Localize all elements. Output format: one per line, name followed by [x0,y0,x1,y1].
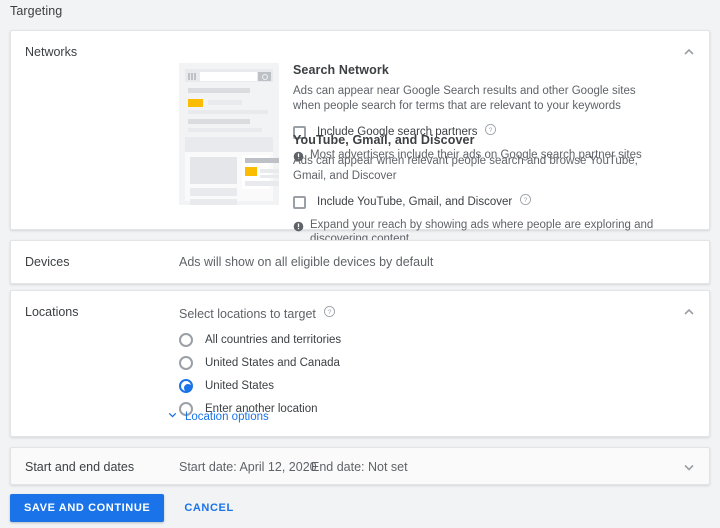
cancel-button[interactable]: CANCEL [172,494,245,522]
location-options-link[interactable]: Location options [166,408,269,426]
networks-card: Networks Search Network Ads can appear n… [10,30,710,230]
svg-text:?: ? [328,309,332,316]
devices-card[interactable]: Devices Ads will show on all eligible de… [10,240,710,284]
devices-summary: Ads will show on all eligible devices by… [179,255,433,269]
location-option-us-canada[interactable]: United States and Canada [179,351,341,374]
search-results-thumbnail [179,63,279,135]
start-date-value: Start date: April 12, 2020 [179,460,317,474]
search-network-description: Ads can appear near Google Search result… [293,84,653,114]
radio-united-states[interactable] [179,379,193,393]
locations-radio-group: All countries and territories United Sta… [179,328,341,420]
dates-card[interactable]: Start and end dates Start date: April 12… [10,447,710,485]
youtube-network-text: YouTube, Gmail, and Discover Ads can app… [293,133,675,246]
chevron-down-icon[interactable] [681,459,697,475]
location-option-label: United States [205,380,274,392]
location-option-label: United States and Canada [205,357,340,369]
networks-label: Networks [25,45,77,59]
include-youtube-checkbox[interactable] [293,196,306,209]
chevron-up-icon[interactable] [681,44,697,60]
targeting-page: Targeting Networks Search Network [0,0,720,528]
include-youtube-label: Include YouTube, Gmail, and Discover [317,196,512,208]
end-date-value: End date: Not set [311,460,408,474]
search-network-title: Search Network [293,63,675,77]
help-circle-icon[interactable]: ? [519,193,532,211]
locations-prompt-row: Select locations to target ? [179,305,336,323]
footer-actions: SAVE AND CONTINUE CANCEL [10,494,246,522]
help-circle-icon[interactable]: ? [323,305,336,323]
locations-prompt: Select locations to target [179,307,316,321]
svg-text:?: ? [524,197,528,204]
chevron-up-icon[interactable] [681,304,697,320]
locations-label: Locations [25,305,79,319]
radio-us-canada[interactable] [179,356,193,370]
location-option-all-countries[interactable]: All countries and territories [179,328,341,351]
radio-all-countries[interactable] [179,333,193,347]
include-youtube-row[interactable]: Include YouTube, Gmail, and Discover ? [293,193,675,211]
locations-card: Locations Select locations to target ? A… [10,290,710,437]
location-option-united-states[interactable]: United States [179,374,341,397]
video-page-thumbnail [179,133,279,205]
youtube-network-description: Ads can appear when relevant people sear… [293,154,668,184]
youtube-network-title: YouTube, Gmail, and Discover [293,133,675,147]
save-and-continue-button[interactable]: SAVE AND CONTINUE [10,494,164,522]
location-option-label: All countries and territories [205,334,341,346]
info-icon [293,219,304,237]
page-title: Targeting [10,4,62,18]
location-options-label: Location options [185,411,269,423]
devices-label: Devices [25,255,69,269]
chevron-down-icon [166,408,179,426]
dates-label: Start and end dates [25,460,134,474]
